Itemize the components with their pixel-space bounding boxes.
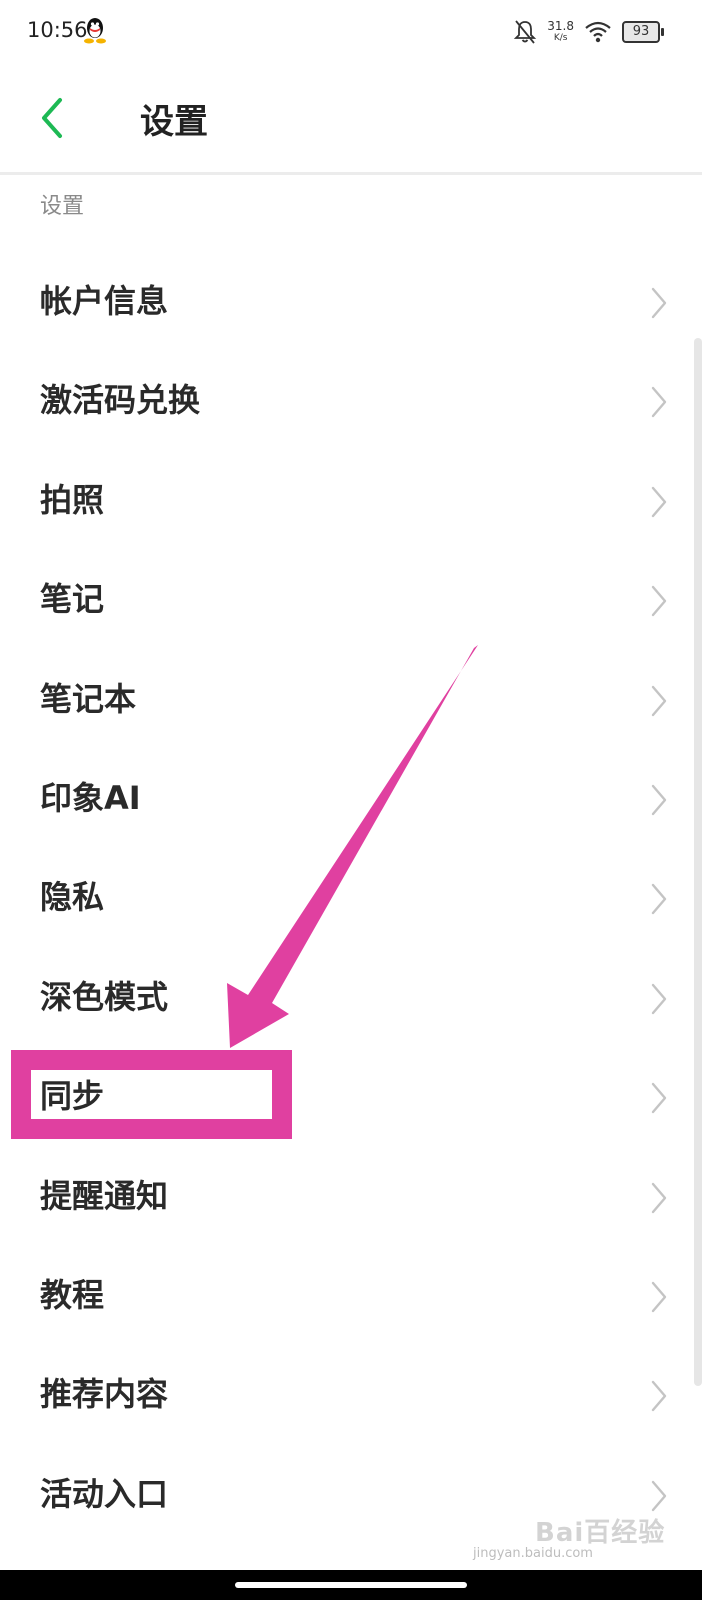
chevron-left-icon <box>42 98 62 138</box>
settings-item-label: 推荐内容 <box>40 1375 169 1414</box>
settings-item-label: 拍照 <box>40 480 105 519</box>
chevron-right-icon <box>651 1281 667 1313</box>
settings-item-label: 隐私 <box>40 878 105 917</box>
settings-item-tutorial[interactable]: 教程 <box>0 1246 702 1345</box>
settings-item-recommended[interactable]: 推荐内容 <box>0 1345 702 1444</box>
watermark-logo: Bai百经验 <box>535 1518 666 1548</box>
chevron-right-icon <box>651 486 667 517</box>
chevron-right-icon <box>651 1480 667 1511</box>
chevron-right-icon <box>651 1082 667 1114</box>
settings-item-ai[interactable]: 印象AI <box>0 749 702 848</box>
chevron-right-icon <box>651 1381 667 1412</box>
settings-item-privacy[interactable]: 隐私 <box>0 848 702 947</box>
chevron-right-icon <box>651 585 667 617</box>
watermark-url: jingyan.baidu.com <box>473 1546 593 1561</box>
network-speed: 31.8 K/s <box>547 20 574 44</box>
settings-item-label: 帐户信息 <box>40 282 169 320</box>
speed-value: 31.8 <box>547 19 574 33</box>
settings-item-sync[interactable]: 同步 <box>0 1047 702 1146</box>
settings-item-reminders[interactable]: 提醒通知 <box>0 1147 702 1246</box>
status-time: 10:56 <box>27 18 88 42</box>
chevron-right-icon <box>651 685 667 716</box>
settings-item-notebooks[interactable]: 笔记本 <box>0 650 702 749</box>
home-handle[interactable] <box>235 1582 467 1588</box>
settings-item-label: 同步 <box>40 1077 105 1116</box>
settings-list: 帐户信息 激活码兑换 拍照 笔记 笔记本 印象AI 隐私 深色模式 同步 提醒通… <box>0 252 702 1544</box>
section-label: 设置 <box>40 194 85 219</box>
settings-item-camera[interactable]: 拍照 <box>0 451 702 550</box>
settings-item-account[interactable]: 帐户信息 <box>0 252 702 351</box>
settings-item-dark-mode[interactable]: 深色模式 <box>0 948 702 1047</box>
chevron-right-icon <box>651 387 667 418</box>
app-header: 设置 <box>0 64 702 175</box>
qq-icon <box>84 18 106 44</box>
settings-item-label: 教程 <box>40 1275 105 1314</box>
page-title: 设置 <box>140 102 208 142</box>
chevron-right-icon <box>651 287 667 319</box>
chevron-right-icon <box>651 1182 667 1213</box>
settings-item-label: 深色模式 <box>40 977 169 1016</box>
chevron-right-icon <box>651 983 667 1014</box>
settings-item-label: 活动入口 <box>40 1474 169 1513</box>
settings-item-label: 笔记本 <box>40 679 137 718</box>
settings-item-label: 提醒通知 <box>40 1176 169 1215</box>
battery-icon: 93 <box>622 21 664 43</box>
bell-off-icon <box>514 20 537 44</box>
wifi-icon <box>585 21 611 43</box>
status-bar: 10:56 31.8 K/s 93 <box>0 0 702 64</box>
settings-item-label: 激活码兑换 <box>40 381 201 420</box>
settings-item-notes[interactable]: 笔记 <box>0 550 702 649</box>
scrollbar[interactable] <box>694 338 702 1386</box>
settings-item-label: 笔记 <box>40 580 105 619</box>
back-button[interactable] <box>30 90 84 146</box>
system-nav-bar <box>0 1570 702 1600</box>
watermark: Bai百经验 jingyan.baidu.com <box>473 1512 666 1561</box>
chevron-right-icon <box>651 784 667 816</box>
speed-unit: K/s <box>553 33 568 43</box>
settings-item-redeem-code[interactable]: 激活码兑换 <box>0 351 702 450</box>
settings-item-label: 印象AI <box>40 778 141 817</box>
status-icons: 31.8 K/s 93 <box>513 14 664 50</box>
chevron-right-icon <box>651 884 667 915</box>
